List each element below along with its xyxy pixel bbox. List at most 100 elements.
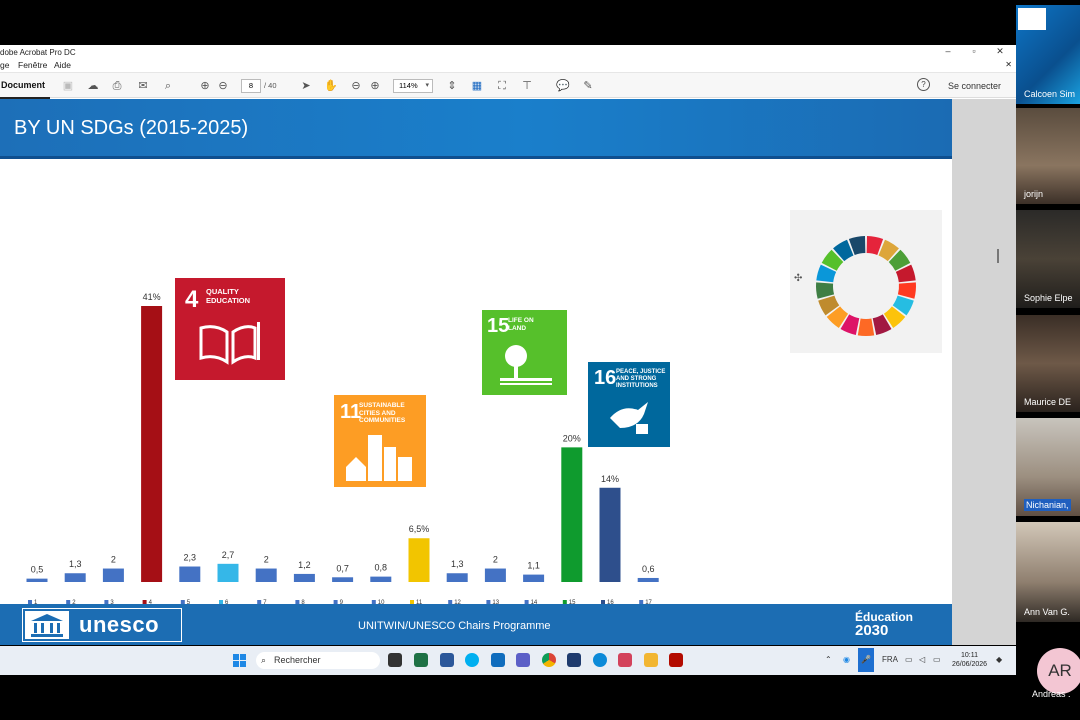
taskbar: ⌕ Rechercher ⌃ ◉ 🎤 FRA ▭ ◁ ▭ 10:11 26/06… bbox=[0, 646, 1016, 675]
minimize-button[interactable]: – bbox=[941, 46, 955, 56]
chrome-icon[interactable] bbox=[542, 653, 556, 667]
sdg-wheel-logo bbox=[816, 236, 916, 336]
bar-sdg-13 bbox=[484, 568, 506, 582]
data-label: 0,6 bbox=[642, 564, 655, 574]
participant-tile[interactable]: Ann Van G. bbox=[1016, 522, 1080, 622]
sdg-15-tile: 15 LIFE ON LAND bbox=[482, 310, 567, 395]
upload-icon[interactable]: ☁ bbox=[85, 78, 101, 94]
data-label: 2 bbox=[493, 555, 498, 565]
file-explorer-icon[interactable] bbox=[644, 653, 658, 667]
search-icon: ⌕ bbox=[261, 655, 267, 665]
scroll-mode-icon[interactable]: ⊤ bbox=[519, 78, 535, 94]
fit-page-icon[interactable]: ▦ bbox=[469, 78, 485, 94]
avatar-name: Andreas . bbox=[1032, 689, 1071, 699]
fullscreen-icon[interactable]: ⛶ bbox=[494, 78, 510, 94]
mail-icon[interactable]: ✉ bbox=[135, 78, 151, 94]
document-close-icon[interactable]: ✕ bbox=[1005, 60, 1012, 69]
screen: dobe Acrobat Pro DC – ▫ ✕ ge Fenêtre Aid… bbox=[0, 0, 1080, 720]
taskbar-search[interactable]: ⌕ Rechercher bbox=[256, 652, 380, 669]
edge-icon[interactable] bbox=[593, 653, 607, 667]
participant-tile[interactable]: Calcoen Sim bbox=[1016, 5, 1080, 104]
page-up-icon[interactable]: ⊕ bbox=[197, 78, 213, 94]
bar-sdg-10 bbox=[370, 576, 392, 582]
bar-sdg-15 bbox=[561, 447, 583, 582]
language-indicator[interactable]: FRA bbox=[882, 655, 898, 664]
menu-item-window[interactable]: Fenêtre bbox=[18, 60, 47, 70]
outlook-icon[interactable] bbox=[491, 653, 505, 667]
app-icon[interactable] bbox=[618, 653, 632, 667]
data-label: 0,7 bbox=[336, 563, 349, 573]
participant-tile[interactable]: Maurice DE bbox=[1016, 315, 1080, 412]
bar-sdg-12 bbox=[446, 573, 468, 582]
network-status-icon[interactable]: ◉ bbox=[843, 655, 850, 664]
bar-sdg-5 bbox=[179, 566, 201, 582]
sign-in-button[interactable]: Se connecter bbox=[948, 81, 1001, 91]
bar-sdg-4 bbox=[141, 306, 163, 582]
sdg-16-tile: 16 PEACE, JUSTICE AND STRONG INSTITUTION… bbox=[588, 362, 670, 447]
bar-sdg-7 bbox=[255, 568, 277, 582]
document-area[interactable]: BY UN SDGs (2015-2025) 0,5 1 1,3 2 2 3 41% 4 2,3… bbox=[0, 99, 1016, 645]
pen-icon[interactable]: ✎ bbox=[580, 78, 596, 94]
participant-tile[interactable]: jorijn bbox=[1016, 108, 1080, 204]
battery-icon[interactable]: ▭ bbox=[933, 655, 941, 664]
participant-name: Sophie Elpe bbox=[1024, 293, 1073, 303]
wheel-segment bbox=[897, 282, 916, 299]
data-label: 1,2 bbox=[298, 560, 311, 570]
hand-tool-icon[interactable]: ✋ bbox=[323, 78, 339, 94]
task-view-icon[interactable] bbox=[388, 653, 402, 667]
bar-sdg-9 bbox=[332, 577, 354, 582]
acrobat-icon[interactable] bbox=[669, 653, 683, 667]
data-label: 2,7 bbox=[222, 550, 235, 560]
clock-date: 26/06/2026 bbox=[952, 661, 988, 668]
participant-name: Maurice DE bbox=[1024, 397, 1072, 407]
search-icon[interactable]: ⌕ bbox=[160, 78, 176, 94]
data-label: 0,8 bbox=[375, 563, 388, 573]
maximize-button[interactable]: ▫ bbox=[967, 46, 981, 56]
page-total: / 40 bbox=[264, 81, 277, 90]
print-icon[interactable]: ⎙ bbox=[109, 78, 125, 94]
menu-item-page[interactable]: ge bbox=[0, 60, 9, 70]
menu-item-help[interactable]: Aide bbox=[54, 60, 71, 70]
excel-icon[interactable] bbox=[414, 653, 428, 667]
monitor-icon[interactable]: ▭ bbox=[905, 655, 913, 664]
data-label: 0,5 bbox=[31, 565, 44, 575]
select-cursor-icon[interactable]: ➤ bbox=[298, 78, 314, 94]
notification-icon[interactable]: ◆ bbox=[996, 655, 1002, 664]
data-label: 2 bbox=[111, 555, 116, 565]
comment-icon[interactable]: 💬 bbox=[555, 78, 571, 94]
skype-icon[interactable] bbox=[465, 653, 479, 667]
tray-chevron-icon[interactable]: ⌃ bbox=[825, 655, 832, 664]
system-clock[interactable]: 10:11 26/06/2026 bbox=[952, 651, 987, 669]
book-icon bbox=[199, 322, 260, 365]
teams-icon[interactable] bbox=[516, 653, 530, 667]
windows-start-icon[interactable] bbox=[233, 654, 246, 667]
avatar[interactable]: AR bbox=[1037, 648, 1080, 694]
participant-tile[interactable]: Nichanian, bbox=[1016, 418, 1080, 516]
bar-sdg-16 bbox=[599, 487, 621, 582]
zoom-select[interactable]: 114% bbox=[393, 79, 433, 93]
close-button[interactable]: ✕ bbox=[993, 46, 1007, 57]
acrobat-window: dobe Acrobat Pro DC – ▫ ✕ ge Fenêtre Aid… bbox=[0, 45, 1016, 645]
sdg-bar-chart: 0,511,322341%42,352,76271,280,790,8106,5… bbox=[26, 292, 659, 606]
bar-sdg-8 bbox=[293, 573, 315, 582]
save-icon[interactable]: ▣ bbox=[60, 78, 76, 94]
speaker-icon[interactable]: ◁ bbox=[919, 655, 925, 664]
scrollbar-track[interactable] bbox=[952, 99, 1016, 645]
page-down-icon[interactable]: ⊖ bbox=[215, 78, 231, 94]
zoom-in-icon[interactable]: ⊕ bbox=[367, 78, 383, 94]
participant-tile[interactable]: Sophie Elpe bbox=[1016, 210, 1080, 308]
zoom-out-icon[interactable]: ⊖ bbox=[348, 78, 364, 94]
zoom-app-icon[interactable] bbox=[567, 653, 581, 667]
sdg-16-number: 16 bbox=[594, 367, 617, 389]
tab-document[interactable]: Document bbox=[0, 73, 50, 99]
move-cursor-icon: ✣ bbox=[794, 273, 803, 284]
page-number-input[interactable]: 8 bbox=[241, 79, 261, 93]
clock-time: 10:11 bbox=[961, 652, 979, 659]
word-icon[interactable] bbox=[440, 653, 454, 667]
microphone-icon[interactable]: 🎤 bbox=[858, 648, 874, 672]
scrollbar-thumb[interactable] bbox=[997, 249, 999, 263]
unesco-mini-logo bbox=[1018, 8, 1046, 30]
data-label: 1,3 bbox=[69, 559, 82, 569]
fit-width-icon[interactable]: ⇕ bbox=[444, 78, 460, 94]
help-icon[interactable]: ? bbox=[917, 78, 930, 91]
